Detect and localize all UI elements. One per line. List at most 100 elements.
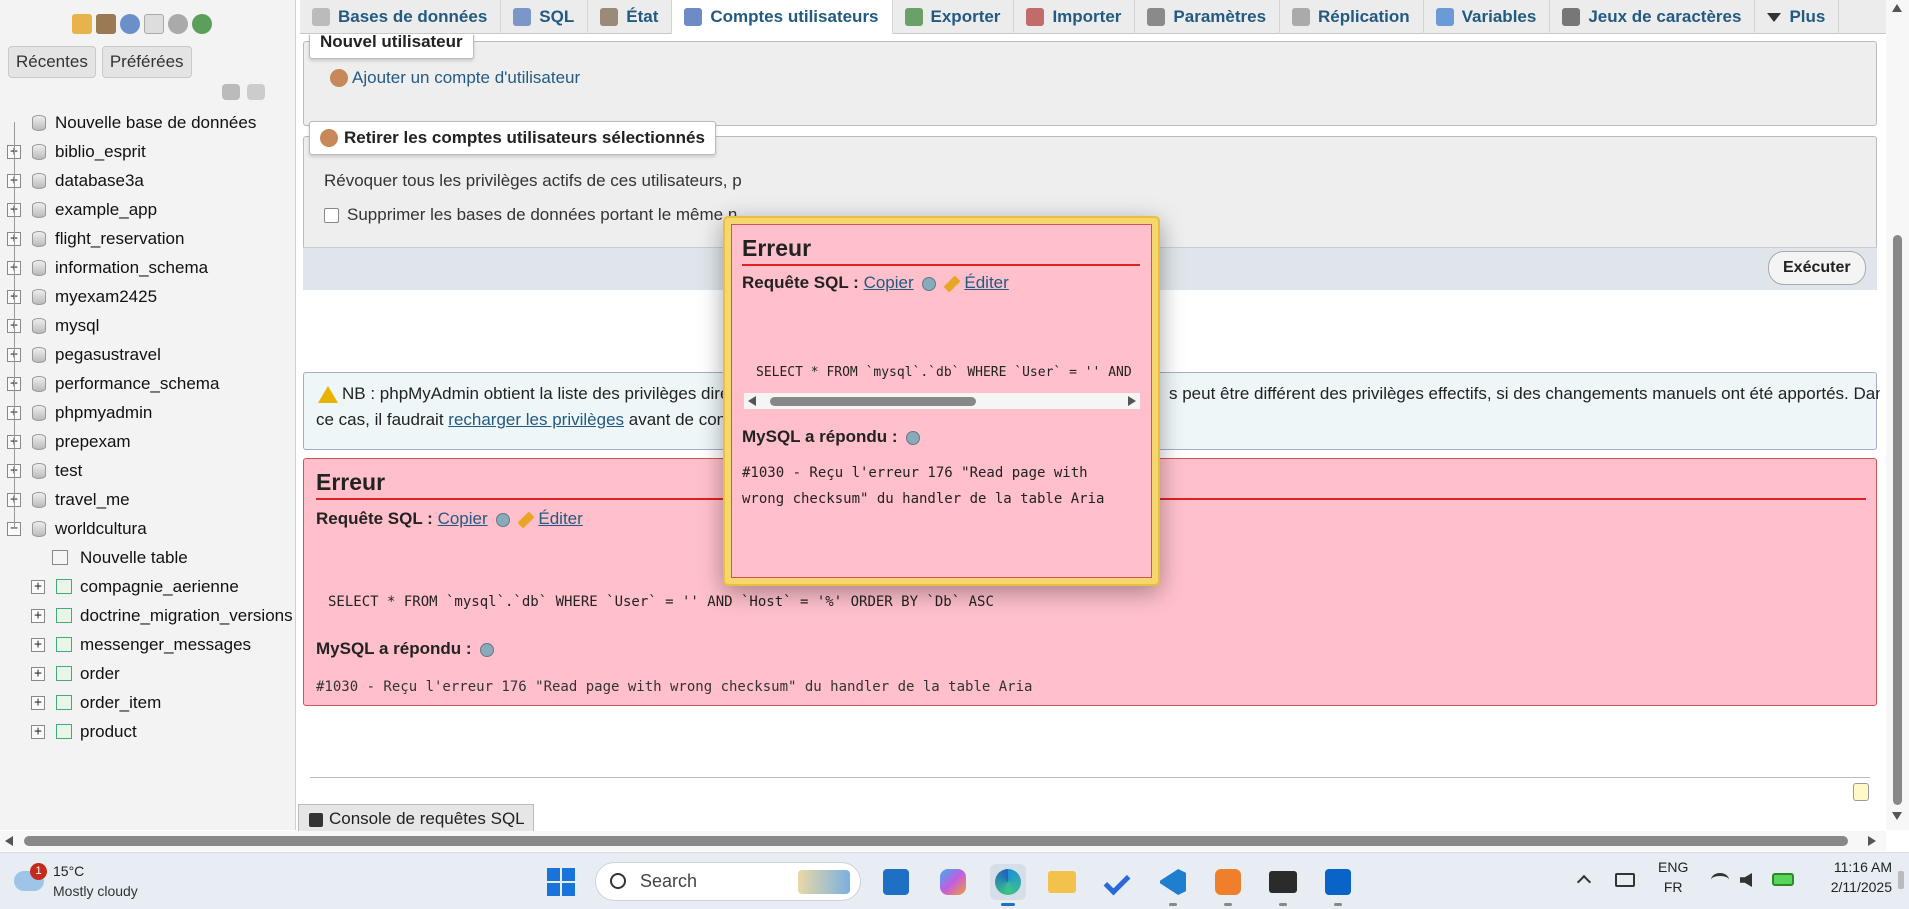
tree-db-item[interactable]: +myexam2425 [0, 282, 295, 311]
expand-icon[interactable]: + [31, 637, 45, 652]
revoke-text: Révoquer tous les privilèges actifs de c… [324, 171, 742, 190]
tab-status[interactable]: État [588, 0, 673, 34]
tree-db-item[interactable]: +phpmyadmin [0, 398, 295, 427]
scroll-left-icon[interactable] [748, 396, 756, 406]
store-app[interactable] [878, 864, 914, 900]
taskbar-search[interactable]: Search [595, 862, 861, 901]
expand-icon[interactable]: + [31, 579, 45, 594]
start-button[interactable] [543, 864, 579, 900]
outlook-app[interactable] [1320, 864, 1356, 906]
tree-db-item[interactable]: +example_app [0, 195, 295, 224]
tab-import[interactable]: Importer [1014, 0, 1136, 34]
tree-table-item[interactable]: + order [0, 659, 295, 688]
edit-query-link[interactable]: Éditer [538, 509, 582, 528]
help-icon[interactable] [922, 276, 937, 291]
battery-icon[interactable] [1772, 873, 1794, 886]
import-icon [1026, 8, 1045, 26]
tab-variables[interactable]: Variables [1424, 0, 1551, 34]
execute-button[interactable]: Exécuter [1768, 251, 1866, 285]
drop-db-option[interactable]: Supprimer les bases de données portant l… [324, 205, 737, 225]
home-icon[interactable] [72, 14, 92, 34]
drop-db-checkbox[interactable] [324, 207, 339, 223]
reload-privileges-link[interactable]: recharger les privilèges [448, 410, 624, 429]
tree-db-item[interactable]: +biblio_esprit [0, 137, 295, 166]
tree-db-item[interactable]: Nouvelle base de données [0, 108, 295, 137]
expand-icon[interactable]: + [31, 666, 45, 681]
tab-label: Variables [1461, 7, 1537, 26]
popup-edit-link[interactable]: Éditer [964, 273, 1008, 292]
copilot-app[interactable] [935, 864, 971, 900]
exit-icon[interactable] [96, 14, 116, 34]
collapse-all-icon[interactable] [222, 84, 240, 100]
chevron-up-icon[interactable] [1576, 874, 1592, 890]
scroll-left-icon[interactable] [5, 836, 13, 846]
copy-query-link[interactable]: Copier [438, 509, 488, 528]
vscode-app[interactable] [1155, 864, 1191, 906]
tab-wrench[interactable]: Paramètres [1135, 0, 1281, 34]
help-icon[interactable] [480, 642, 495, 657]
horizontal-scroll-thumb[interactable] [24, 836, 1848, 846]
tree-table-item[interactable]: + compagnie_aerienne [0, 572, 295, 601]
tree-item-label: doctrine_migration_versions [80, 605, 293, 625]
scroll-right-icon[interactable] [1128, 396, 1136, 406]
help-icon[interactable] [496, 512, 511, 527]
page-settings-icon[interactable] [1853, 783, 1869, 801]
expand-icon[interactable]: + [31, 695, 45, 710]
wifi-icon[interactable] [1711, 873, 1729, 887]
tree-db-item[interactable]: +prepexam [0, 427, 295, 456]
tab-export[interactable]: Exporter [893, 0, 1015, 34]
explorer-app[interactable] [1044, 864, 1080, 900]
horizontal-scrollbar[interactable] [0, 831, 1886, 851]
scroll-down-icon[interactable] [1892, 812, 1902, 820]
tree-db-item[interactable]: +flight_reservation [0, 224, 295, 253]
tab-charset[interactable]: Jeux de caractères [1550, 0, 1756, 34]
edge-app[interactable] [990, 864, 1026, 906]
xampp-app[interactable] [1210, 864, 1246, 906]
remove-users-legend: Retirer les comptes utilisateurs sélecti… [309, 121, 716, 155]
popup-scroll-thumb[interactable] [770, 397, 976, 406]
tree-db-item[interactable]: +information_schema [0, 253, 295, 282]
popup-query-scrollbar[interactable] [744, 393, 1140, 409]
tree-db-item[interactable]: +test [0, 456, 295, 485]
reload-icon[interactable] [192, 14, 212, 34]
keyboard-icon[interactable] [1615, 873, 1635, 887]
tree-table-item[interactable]: + messenger_messages [0, 630, 295, 659]
gear-icon[interactable] [168, 14, 188, 34]
expand-icon[interactable]: + [31, 724, 45, 739]
vertical-scroll-thumb[interactable] [1893, 235, 1902, 805]
vertical-scrollbar[interactable] [1886, 0, 1909, 830]
todo-app[interactable] [1099, 864, 1135, 900]
tree-table-item[interactable]: Nouvelle table [0, 543, 295, 572]
tab-recent[interactable]: Récentes [8, 46, 96, 78]
tree-table-item[interactable]: + order_item [0, 688, 295, 717]
help-icon[interactable] [120, 14, 140, 34]
tree-db-item[interactable]: +pegasustravel [0, 340, 295, 369]
tab-replication[interactable]: Réplication [1280, 0, 1424, 34]
tab-database[interactable]: Bases de données [300, 0, 502, 34]
popup-copy-link[interactable]: Copier [864, 273, 914, 292]
tab-favorites[interactable]: Préférées [101, 46, 192, 78]
add-account-link[interactable]: Ajouter un compte d'utilisateur [330, 68, 580, 88]
tab-sql[interactable]: SQL [501, 0, 589, 34]
tree-table-item[interactable]: + doctrine_migration_versions [0, 601, 295, 630]
tree-db-item[interactable]: +mysql [0, 311, 295, 340]
tab-users[interactable]: Comptes utilisateurs [672, 0, 893, 34]
tree-db-item[interactable]: +database3a [0, 166, 295, 195]
volume-icon[interactable] [1740, 873, 1752, 887]
tree-db-item[interactable]: +performance_schema [0, 369, 295, 398]
language-indicator[interactable]: ENG FR [1658, 857, 1688, 897]
docs-icon[interactable] [144, 14, 164, 34]
tree-db-item[interactable]: +travel_me [0, 485, 295, 514]
scroll-right-icon[interactable] [1868, 836, 1876, 846]
sql-console-toggle[interactable]: Console de requêtes SQL [298, 804, 534, 834]
link-with-main-icon[interactable] [247, 84, 265, 100]
scroll-up-icon[interactable] [1892, 4, 1902, 12]
tree-db-item[interactable]: − worldcultura [0, 514, 295, 543]
clock[interactable]: 11:16 AM 2/11/2025 [1812, 857, 1892, 897]
notification-icon[interactable] [1898, 871, 1904, 889]
terminal-app[interactable] [1265, 864, 1301, 906]
help-icon[interactable] [906, 430, 921, 445]
tab-chevron-down[interactable]: Plus [1755, 0, 1840, 34]
expand-icon[interactable]: + [31, 608, 45, 623]
tree-table-item[interactable]: + product [0, 717, 295, 746]
